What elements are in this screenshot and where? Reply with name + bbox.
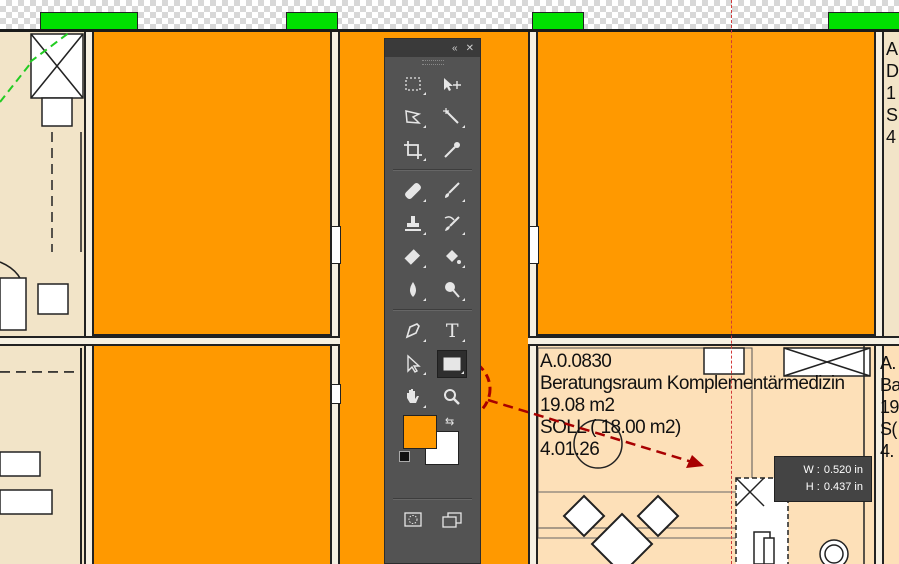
path-selection-tool-icon[interactable] [398, 350, 428, 378]
eyedropper-tool-icon[interactable] [437, 136, 467, 164]
collapse-panel-button[interactable]: « [452, 43, 458, 54]
paint-bucket-tool-icon[interactable] [437, 243, 467, 271]
move-tool-icon[interactable] [437, 70, 467, 98]
default-colors-icon[interactable] [399, 451, 410, 462]
blur-tool-icon[interactable] [398, 276, 428, 304]
swap-colors-icon[interactable]: ⇆ [445, 415, 454, 428]
crop-tool-icon[interactable] [398, 136, 428, 164]
rectangle-tool-icon[interactable] [437, 349, 468, 378]
screen-mode-icon[interactable] [437, 506, 467, 534]
polygonal-lasso-tool-icon[interactable] [398, 103, 428, 131]
close-panel-button[interactable]: ✕ [466, 43, 474, 54]
height-label: H : [805, 481, 820, 493]
panel-grip[interactable] [385, 57, 480, 67]
hand-tool-icon[interactable] [398, 383, 428, 411]
type-tool-icon[interactable]: T [437, 317, 467, 345]
clone-stamp-tool-icon[interactable] [398, 210, 428, 238]
foreground-color-swatch[interactable] [403, 415, 437, 449]
magic-wand-tool-icon[interactable] [437, 103, 467, 131]
width-value: 0.520 in [823, 464, 863, 476]
quick-mask-icon[interactable] [398, 506, 428, 534]
color-swatches: ⇆ [385, 413, 480, 495]
zoom-tool-icon[interactable] [437, 383, 467, 411]
spot-healing-brush-tool-icon[interactable] [398, 177, 428, 205]
height-value: 0.437 in [823, 481, 863, 493]
dodge-tool-icon[interactable] [437, 276, 467, 304]
tools-panel: « ✕ T ⇆ [384, 38, 481, 564]
tools-panel-header: « ✕ [385, 39, 480, 57]
rectangular-marquee-tool-icon[interactable] [398, 70, 428, 98]
brush-tool-icon[interactable] [437, 177, 467, 205]
pen-tool-icon[interactable] [398, 317, 428, 345]
history-brush-tool-icon[interactable] [437, 210, 467, 238]
type-tool-glyph: T [445, 319, 459, 342]
size-readout-tooltip: W :0.520 in H :0.437 in [774, 456, 872, 502]
eraser-tool-icon[interactable] [398, 243, 428, 271]
width-label: W : [803, 464, 820, 476]
